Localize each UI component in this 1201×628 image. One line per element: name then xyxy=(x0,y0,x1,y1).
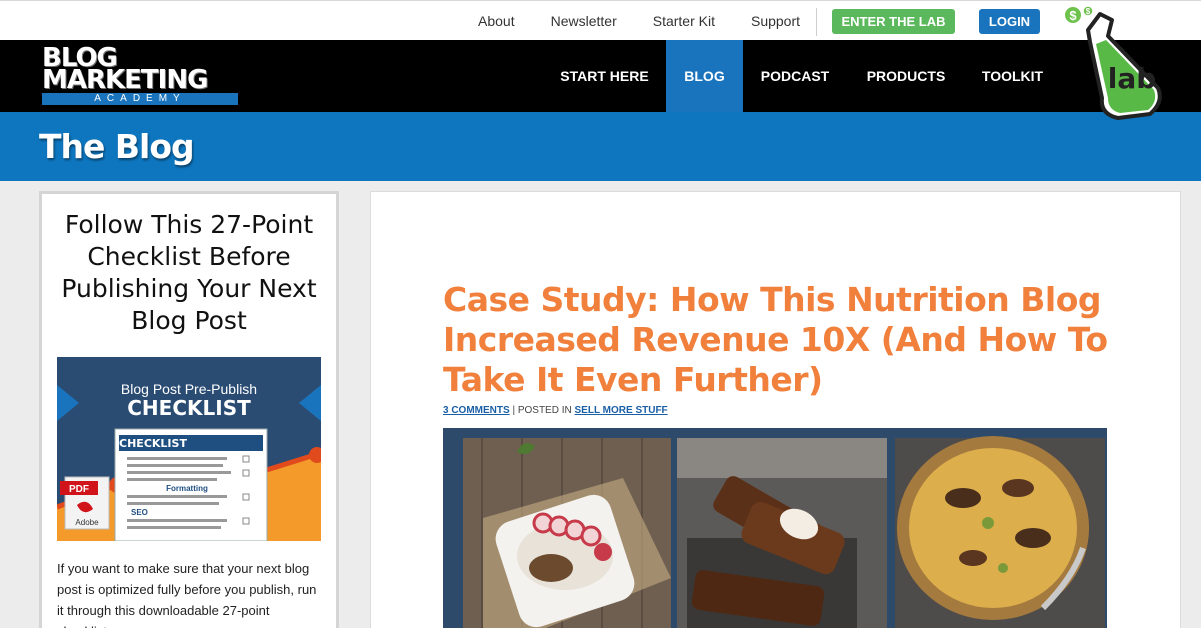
utility-link-starter-kit[interactable]: Starter Kit xyxy=(653,13,715,29)
logo-line-marketing: MARKETING xyxy=(42,65,208,95)
left-arrow-icon xyxy=(57,385,79,421)
nav-blog[interactable]: BLOG xyxy=(666,40,743,112)
promo-heading-small: Blog Post Pre-Publish xyxy=(121,381,257,397)
page-title: The Blog xyxy=(39,127,195,166)
sidebar-optin-widget: Follow This 27-Point Checklist Before Pu… xyxy=(39,191,339,628)
article-title[interactable]: Case Study: How This Nutrition Blog Incr… xyxy=(443,280,1143,400)
utility-links: About Newsletter Starter Kit Support xyxy=(460,1,818,41)
page-banner: The Blog xyxy=(0,112,1201,181)
promo-section-seo: SEO xyxy=(131,508,148,517)
site-logo[interactable]: BLOG MARKETING ACADEMY xyxy=(42,45,247,109)
nav-toolkit[interactable]: TOOLKIT xyxy=(965,40,1060,112)
category-link[interactable]: SELL MORE STUFF xyxy=(575,405,668,416)
dollar-coin-icon: $ $ xyxy=(1063,5,1094,25)
pdf-label: PDF xyxy=(69,484,89,495)
promo-heading-large: CHECKLIST xyxy=(127,396,251,420)
checklist-promo-image[interactable]: Blog Post Pre-Publish CHECKLIST CHECKLIS… xyxy=(57,357,321,541)
main-nav: START HERE BLOG PODCAST PRODUCTS TOOLKIT xyxy=(543,40,1060,112)
pdf-file-icon: PDF Adobe xyxy=(60,476,110,530)
login-button[interactable]: LOGIN xyxy=(979,9,1040,34)
right-arrow-icon xyxy=(299,385,321,421)
enter-the-lab-button[interactable]: ENTER THE LAB xyxy=(832,9,955,34)
nav-podcast[interactable]: PODCAST xyxy=(743,40,847,112)
lab-flask-badge[interactable]: $ $ lab xyxy=(1060,2,1164,120)
svg-text:$: $ xyxy=(1069,8,1077,23)
sidebar-title: Follow This 27-Point Checklist Before Pu… xyxy=(61,210,317,335)
utility-link-newsletter[interactable]: Newsletter xyxy=(551,13,617,29)
utility-link-support[interactable]: Support xyxy=(751,13,800,29)
utility-link-about[interactable]: About xyxy=(478,13,515,29)
promo-doc-title: CHECKLIST xyxy=(119,437,187,450)
promo-section-formatting: Formatting xyxy=(166,484,208,493)
article-meta: 3 COMMENTS | POSTED IN SELL MORE STUFF xyxy=(443,405,668,416)
nav-start-here[interactable]: START HERE xyxy=(543,40,666,112)
utility-bar: About Newsletter Starter Kit Support ENT… xyxy=(0,0,1201,40)
article-card: Case Study: How This Nutrition Blog Incr… xyxy=(370,191,1181,628)
posted-in-label: | POSTED IN xyxy=(512,405,572,416)
nav-products[interactable]: PRODUCTS xyxy=(847,40,965,112)
quiche-photo xyxy=(895,436,1105,628)
radish-dish-photo xyxy=(463,438,671,628)
adobe-label: Adobe xyxy=(75,518,99,527)
chocolate-bars-photo xyxy=(677,438,887,628)
comments-link[interactable]: 3 COMMENTS xyxy=(443,405,510,416)
sidebar-description: If you want to make sure that your next … xyxy=(57,561,317,628)
lab-badge-label: lab xyxy=(1108,62,1157,95)
utility-divider xyxy=(816,8,817,36)
article-featured-image[interactable] xyxy=(443,428,1107,628)
svg-text:$: $ xyxy=(1086,7,1091,16)
